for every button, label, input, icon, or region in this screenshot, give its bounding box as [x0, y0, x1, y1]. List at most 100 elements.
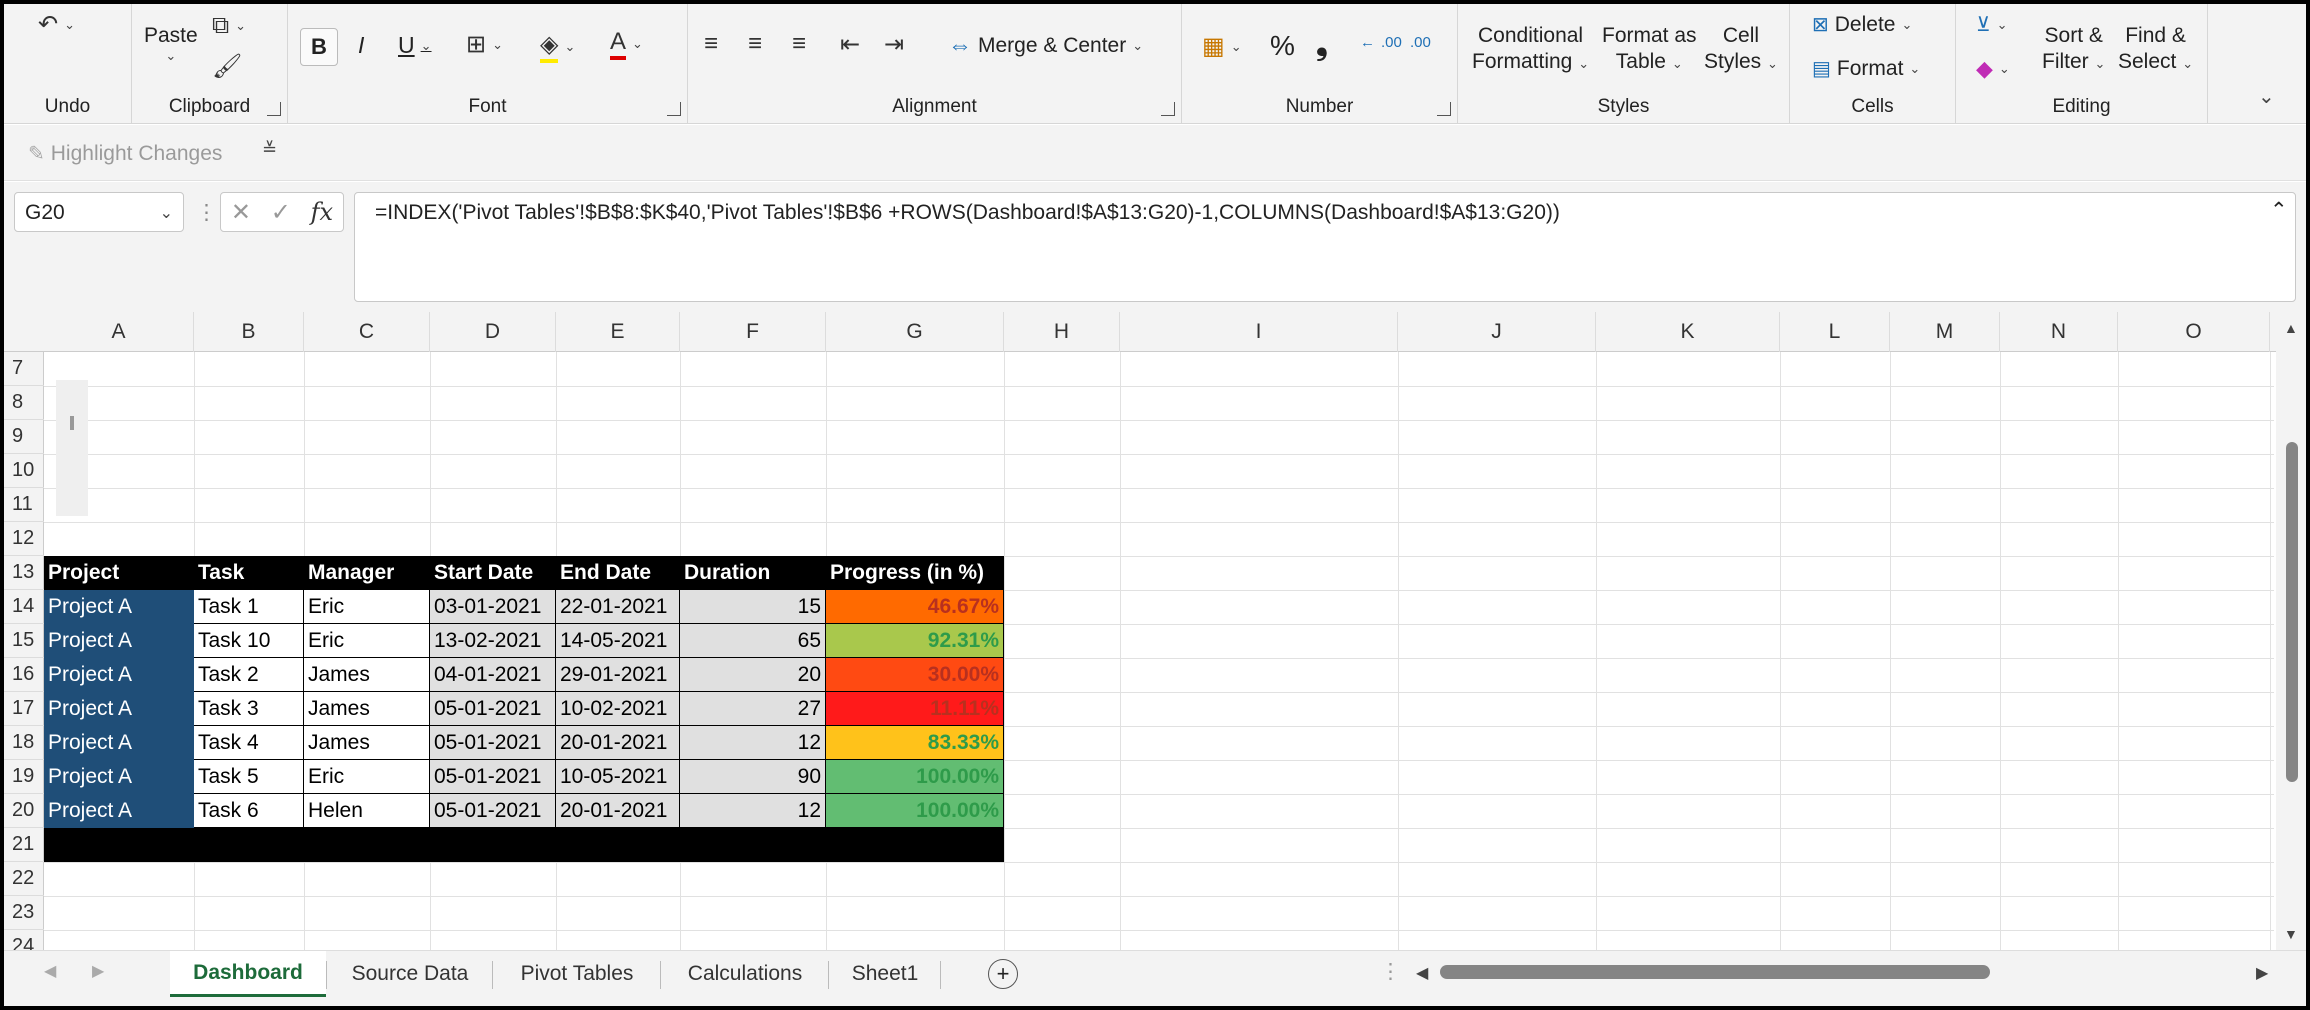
name-box[interactable]: G20 ⌄ [14, 192, 184, 232]
table-cell[interactable]: 14-05-2021 [556, 624, 680, 658]
row-header-16[interactable]: 16 [4, 658, 44, 692]
progress-cell[interactable]: 83.33% [826, 726, 1004, 760]
table-header-cell[interactable]: Task [194, 556, 304, 590]
table-cell[interactable]: Task 2 [194, 658, 304, 692]
table-cell[interactable]: 05-01-2021 [430, 692, 556, 726]
row-header-19[interactable]: 19 [4, 760, 44, 794]
sheet-tab-pivot-tables[interactable]: Pivot Tables [496, 951, 658, 997]
column-header-g[interactable]: G [826, 312, 1004, 352]
column-header-i[interactable]: I [1120, 312, 1398, 352]
percent-button[interactable]: % [1270, 30, 1295, 62]
table-cell[interactable]: Project A [44, 794, 194, 828]
table-cell[interactable]: James [304, 692, 430, 726]
italic-button[interactable]: I [358, 32, 364, 59]
progress-cell[interactable]: 100.00% [826, 760, 1004, 794]
table-cell[interactable]: Task 3 [194, 692, 304, 726]
collapse-ribbon-button[interactable]: ⌄ [2258, 84, 2275, 109]
cancel-icon[interactable]: ✕ [231, 198, 251, 227]
row-header-11[interactable]: 11 [4, 488, 44, 522]
column-header-j[interactable]: J [1398, 312, 1596, 352]
format-as-table-button[interactable]: Format as Table ⌄ [1602, 24, 1697, 74]
table-header-cell[interactable]: Start Date [430, 556, 556, 590]
column-header-l[interactable]: L [1780, 312, 1890, 352]
fill-color-button[interactable]: ◈ ⌄ [540, 30, 575, 63]
table-footer-cell[interactable] [304, 828, 430, 862]
column-header-m[interactable]: M [1890, 312, 2000, 352]
column-header-b[interactable]: B [194, 312, 304, 352]
horizontal-scroll-thumb[interactable] [1440, 965, 1990, 979]
table-footer-cell[interactable] [430, 828, 556, 862]
decrease-indent-button[interactable]: ⇤ [840, 30, 860, 59]
clear-button[interactable]: ◆ ⌄ [1976, 56, 2010, 82]
table-cell[interactable]: Project A [44, 590, 194, 624]
table-cell[interactable]: Eric [304, 590, 430, 624]
column-header-f[interactable]: F [680, 312, 826, 352]
column-header-n[interactable]: N [2000, 312, 2118, 352]
copy-button[interactable]: ⧉ ⌄ [212, 12, 246, 40]
progress-cell[interactable]: 46.67% [826, 590, 1004, 624]
row-header-18[interactable]: 18 [4, 726, 44, 760]
column-header-k[interactable]: K [1596, 312, 1780, 352]
next-sheet-icon[interactable]: ▶ [92, 961, 104, 981]
bold-button[interactable]: B [300, 28, 338, 66]
table-footer-cell[interactable] [826, 828, 1004, 862]
table-cell[interactable]: Eric [304, 624, 430, 658]
table-header-cell[interactable]: Duration [680, 556, 826, 590]
customize-toolbar-button[interactable]: ≚ [262, 139, 277, 160]
row-header-14[interactable]: 14 [4, 590, 44, 624]
table-cell[interactable]: Eric [304, 760, 430, 794]
font-color-button[interactable]: A ⌄ [610, 28, 643, 60]
align-right-button[interactable]: ≡ [792, 30, 806, 58]
table-cell[interactable]: 90 [680, 760, 826, 794]
scroll-up-icon[interactable]: ▲ [2284, 320, 2298, 336]
cell-styles-button[interactable]: Cell Styles ⌄ [1704, 24, 1778, 74]
scroll-down-icon[interactable]: ▼ [2284, 926, 2298, 942]
column-header-c[interactable]: C [304, 312, 430, 352]
column-header-d[interactable]: D [430, 312, 556, 352]
format-painter-button[interactable]: 🖌 [212, 52, 242, 81]
row-header-21[interactable]: 21 [4, 828, 44, 862]
table-footer-cell[interactable] [680, 828, 826, 862]
add-sheet-button[interactable]: + [988, 959, 1018, 989]
sheet-tab-source-data[interactable]: Source Data [330, 951, 490, 997]
undo-button[interactable]: ↶ ⌄ [38, 10, 75, 39]
row-header-20[interactable]: 20 [4, 794, 44, 828]
prev-sheet-icon[interactable]: ◀ [44, 961, 56, 981]
table-cell[interactable]: 13-02-2021 [430, 624, 556, 658]
comma-button[interactable]: ❟ [1316, 28, 1328, 62]
row-header-13[interactable]: 13 [4, 556, 44, 590]
table-cell[interactable]: 05-01-2021 [430, 794, 556, 828]
table-cell[interactable]: 10-02-2021 [556, 692, 680, 726]
table-cell[interactable]: Helen [304, 794, 430, 828]
formula-input[interactable]: =INDEX('Pivot Tables'!$B$8:$K$40,'Pivot … [354, 192, 2296, 302]
vertical-scroll-thumb[interactable] [2286, 442, 2298, 782]
table-cell[interactable]: 20-01-2021 [556, 726, 680, 760]
table-cell[interactable]: Task 1 [194, 590, 304, 624]
table-cell[interactable]: Project A [44, 760, 194, 794]
table-header-cell[interactable]: Project [44, 556, 194, 590]
insert-function-icon[interactable]: fx [311, 198, 333, 226]
table-cell[interactable]: Project A [44, 658, 194, 692]
merge-center-button[interactable]: ⇔ Merge & Center ⌄ [948, 32, 1143, 60]
table-cell[interactable]: 15 [680, 590, 826, 624]
table-cell[interactable]: 05-01-2021 [430, 726, 556, 760]
table-cell[interactable]: 20 [680, 658, 826, 692]
scroll-right-icon[interactable]: ▶ [2256, 963, 2268, 983]
worksheet-grid[interactable]: ABCDEFGHIJKLMNO 7 8 9 10 11 12 13 14 15 16 17 18 19 2… [4, 312, 2306, 950]
column-header-o[interactable]: O [2118, 312, 2270, 352]
highlight-changes-button[interactable]: ✎ Highlight Changes [28, 141, 222, 166]
sheet-tab-calculations[interactable]: Calculations [664, 951, 826, 997]
column-header-h[interactable]: H [1004, 312, 1120, 352]
number-launcher-icon[interactable] [1437, 102, 1451, 116]
tabs-splitter[interactable]: ⋮ [1380, 959, 1401, 984]
column-header-a[interactable]: A [44, 312, 194, 352]
row-header-9[interactable]: 9 [4, 420, 44, 454]
table-cell[interactable]: 12 [680, 794, 826, 828]
alignment-launcher-icon[interactable] [1161, 102, 1175, 116]
table-cell[interactable]: 29-01-2021 [556, 658, 680, 692]
row-header-12[interactable]: 12 [4, 522, 44, 556]
format-button[interactable]: ▤ Format ⌄ [1812, 56, 1920, 81]
table-cell[interactable]: Project A [44, 692, 194, 726]
table-cell[interactable]: Project A [44, 624, 194, 658]
font-launcher-icon[interactable] [667, 102, 681, 116]
